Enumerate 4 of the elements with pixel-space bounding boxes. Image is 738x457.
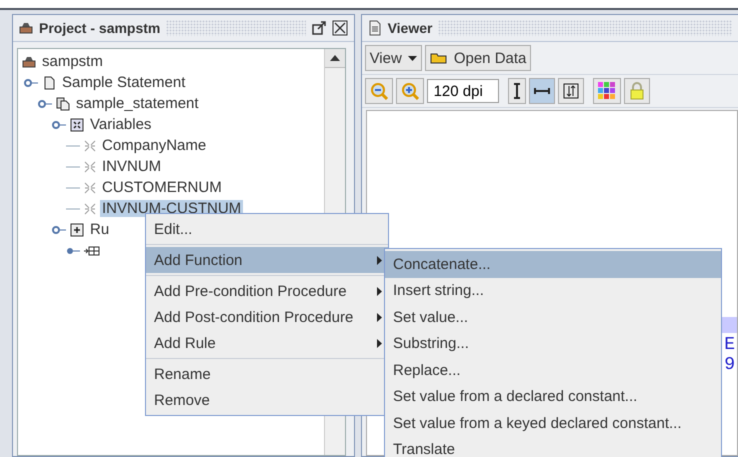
panel-title: Viewer xyxy=(388,20,432,36)
panel-title: Project - sampstm xyxy=(39,20,160,36)
document-text: E xyxy=(724,335,735,355)
document-text: 9 xyxy=(724,355,735,375)
